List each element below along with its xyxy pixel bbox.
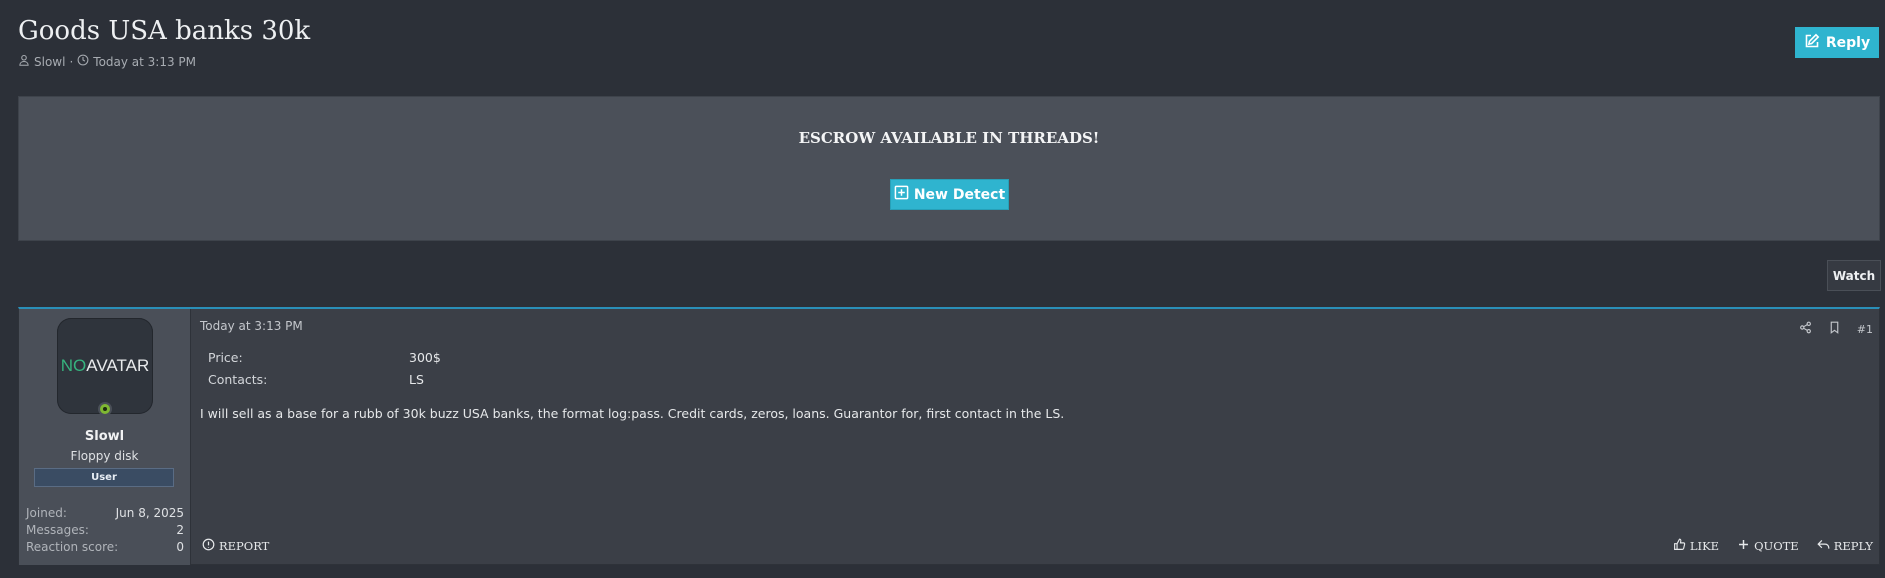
reply-label: REPLY [1833, 539, 1873, 553]
edit-icon [1804, 33, 1820, 53]
post-date-link[interactable]: Today at 3:13 PM [200, 319, 303, 333]
user-icon [18, 54, 30, 69]
quote-button[interactable]: QUOTE [1737, 538, 1799, 554]
clock-icon [77, 54, 89, 69]
thread-title: Goods USA banks 30k [18, 16, 311, 46]
reply-button-label: Reply [1825, 34, 1871, 51]
reply-arrow-icon [1817, 538, 1830, 554]
quote-label: QUOTE [1754, 539, 1799, 553]
reply-button[interactable]: Reply [1795, 27, 1879, 58]
user-title: Floppy disk [70, 449, 139, 463]
thread-time-link[interactable]: Today at 3:13 PM [93, 55, 196, 69]
field-label: Price: [208, 349, 243, 365]
online-status-icon [98, 402, 112, 416]
banner-title: ESCROW AVAILABLE IN THREADS! [798, 129, 1100, 147]
stat-joined: Joined: Jun 8, 2025 [26, 506, 184, 520]
stat-value: 0 [176, 540, 184, 554]
post-footer-actions: LIKE QUOTE REPLY [1673, 538, 1873, 554]
new-detect-button[interactable]: New Detect [890, 179, 1009, 210]
post-user-cell: NO AVATAR Slowl Floppy disk User Joined: … [19, 309, 191, 565]
post-number-link[interactable]: #1 [1857, 323, 1873, 336]
stat-label: Joined: [26, 506, 67, 520]
field-row: Contacts: LS [208, 368, 441, 390]
bookmark-icon[interactable] [1828, 321, 1841, 337]
report-label: REPORT [219, 539, 270, 553]
field-row: Price: 300$ [208, 346, 441, 368]
thumbs-up-icon [1673, 538, 1686, 554]
avatar[interactable]: NO AVATAR [57, 318, 153, 414]
new-detect-label: New Detect [913, 186, 1006, 203]
thread-meta: Slowl · Today at 3:13 PM [18, 54, 196, 69]
post-1: NO AVATAR Slowl Floppy disk User Joined: … [18, 307, 1880, 565]
post-username[interactable]: Slowl [19, 429, 190, 444]
stat-label: Reaction score: [26, 540, 119, 554]
post-reply-button[interactable]: REPLY [1817, 538, 1873, 554]
like-label: LIKE [1689, 539, 1720, 553]
avatar-text: AVATAR [86, 356, 150, 375]
alert-circle-icon [202, 538, 215, 554]
avatar-no-text: NO [60, 356, 87, 375]
stat-value[interactable]: 2 [176, 523, 184, 537]
like-button[interactable]: LIKE [1673, 538, 1719, 554]
post-actions-top: #1 [1799, 321, 1873, 337]
user-role-badge: User [34, 468, 174, 487]
field-value: 300$ [409, 349, 441, 365]
post-body: I will sell as a base for a rubb of 30k … [200, 406, 1065, 421]
report-button[interactable]: REPORT [202, 538, 269, 554]
stat-reaction-score: Reaction score: 0 [26, 540, 184, 554]
share-icon[interactable] [1799, 321, 1812, 337]
meta-separator: · [69, 54, 74, 69]
plus-icon [1737, 538, 1750, 554]
watch-button[interactable]: Watch [1827, 260, 1881, 291]
field-label: Contacts: [208, 371, 268, 387]
field-value: LS [409, 371, 424, 387]
thread-author-link[interactable]: Slowl [34, 55, 65, 69]
stat-label: Messages: [26, 523, 89, 537]
custom-fields: Price: 300$ Contacts: LS [208, 346, 441, 390]
stat-messages: Messages: 2 [26, 523, 184, 537]
escrow-banner: ESCROW AVAILABLE IN THREADS! New Detect [18, 96, 1880, 241]
stat-value: Jun 8, 2025 [115, 506, 184, 520]
plus-square-icon [894, 185, 909, 204]
